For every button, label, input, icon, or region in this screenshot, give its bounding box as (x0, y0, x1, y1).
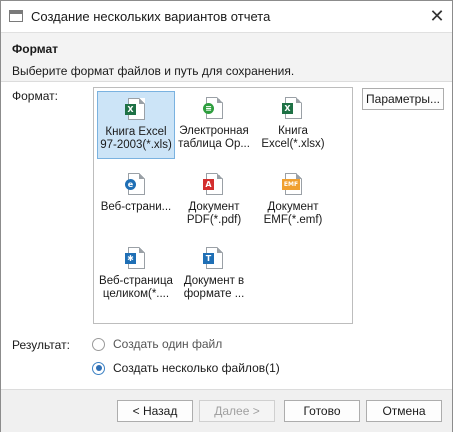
format-item-emf[interactable]: EMF Документ EMF(*.emf) (254, 167, 332, 235)
cancel-button[interactable]: Отмена (366, 400, 442, 422)
back-button[interactable]: < Назад (117, 400, 193, 422)
web-archive-icon: ✱ (125, 247, 147, 271)
done-button[interactable]: Готово (284, 400, 360, 422)
emf-icon: EMF (282, 173, 304, 197)
format-item-label: Документ в формате ... (183, 275, 245, 300)
radio-single-file[interactable]: Создать один файл (92, 337, 222, 351)
format-item-pdf[interactable]: A Документ PDF(*.pdf) (175, 167, 253, 235)
excel-xlsx-icon: X (282, 97, 304, 121)
web-page-icon: e (125, 173, 147, 197)
radio-multiple-label: Создать несколько файлов(1) (113, 361, 280, 375)
format-item-web-archive[interactable]: ✱ Веб-страница целиком(*.... (97, 241, 175, 309)
format-item-xls[interactable]: X Книга Excel 97-2003(*.xls) (97, 91, 175, 159)
result-label: Результат: (12, 338, 70, 352)
close-icon[interactable]: ✕ (425, 5, 449, 29)
format-gallery[interactable]: X Книга Excel 97-2003(*.xls) ≡ Электронн… (93, 87, 353, 324)
format-item-label: Книга Excel(*.xlsx) (261, 125, 325, 150)
format-item-label: Веб-страница целиком(*.... (99, 275, 173, 300)
radio-button-single[interactable] (92, 337, 105, 351)
window-title: Создание нескольких вариантов отчета (31, 9, 271, 24)
format-item-text-document[interactable]: T Документ в формате ... (175, 241, 253, 309)
pdf-icon: A (203, 173, 225, 197)
format-item-ods[interactable]: ≡ Электронная таблица Op... (175, 91, 253, 159)
format-item-label: Книга Excel 97-2003(*.xls) (100, 126, 172, 151)
openoffice-spreadsheet-icon: ≡ (203, 97, 225, 121)
section-description: Выберите формат файлов и путь для сохран… (12, 64, 295, 78)
section-title: Формат (12, 42, 59, 56)
format-item-label: Электронная таблица Op... (178, 125, 250, 150)
window-icon (9, 10, 23, 22)
format-label: Формат: (12, 89, 58, 103)
title-bar: Создание нескольких вариантов отчета ✕ (1, 1, 452, 32)
radio-button-multiple[interactable] (92, 361, 105, 375)
format-item-label: Веб-страни... (100, 201, 172, 213)
excel-xls-icon: X (125, 98, 147, 122)
radio-single-label: Создать один файл (113, 337, 223, 351)
format-item-xlsx[interactable]: X Книга Excel(*.xlsx) (254, 91, 332, 159)
format-item-label: Документ PDF(*.pdf) (186, 201, 242, 226)
dialog-window: Создание нескольких вариантов отчета ✕ Ф… (0, 0, 453, 432)
text-document-icon: T (203, 247, 225, 271)
format-item-label: Документ EMF(*.emf) (263, 201, 323, 226)
parameters-button[interactable]: Параметры... (362, 88, 444, 110)
format-item-web[interactable]: e Веб-страни... (97, 167, 175, 235)
next-button[interactable]: Далее > (199, 400, 275, 422)
radio-multiple-files[interactable]: Создать несколько файлов(1) (92, 361, 280, 375)
